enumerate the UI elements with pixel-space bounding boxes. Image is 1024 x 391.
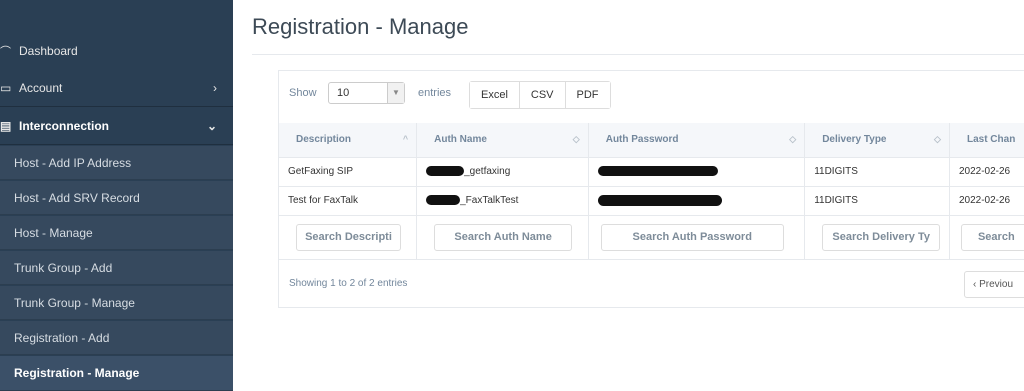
search-cell: Search Delivery Ty <box>804 214 950 260</box>
previous-page-button[interactable]: ‹ Previou <box>964 271 1024 298</box>
cell-description: GetFaxing SIP <box>279 156 418 186</box>
col-header-auth-password[interactable]: Auth Password ◇ <box>588 123 806 157</box>
chevron-right-icon: › <box>213 81 217 95</box>
redaction <box>597 194 722 206</box>
page-length-value: 10 <box>337 87 350 99</box>
search-cell: Search Descripti <box>279 214 418 260</box>
redaction <box>426 166 465 177</box>
cell-last-changed: 2022-02-26 <box>949 156 1024 186</box>
sort-asc-icon: ^ <box>402 134 409 145</box>
sidebar-item-account-label: Account <box>19 81 63 95</box>
search-delivery-type-input[interactable]: Search Delivery Ty <box>822 223 941 251</box>
sidebar-item-host-add-srv[interactable]: Host - Add SRV Record <box>0 181 233 215</box>
col-header-auth-name[interactable]: Auth Name ◇ <box>416 123 589 157</box>
cell-delivery-type: 11DIGITS <box>804 156 950 186</box>
redaction <box>597 166 718 177</box>
table-header-row: Description ^ Auth Name ◇ Auth Password ◇ D… <box>279 123 1024 157</box>
col-header-last-changed[interactable]: Last Chan <box>949 123 1024 157</box>
dashboard-icon: ⌒ <box>0 46 11 58</box>
sidebar-item-interconnection-label: Interconnection <box>19 119 110 133</box>
col-header-description[interactable]: Description ^ <box>279 123 418 157</box>
search-auth-password-input[interactable]: Search Auth Password <box>600 223 784 251</box>
sidebar-sub-label: Registration - Manage <box>14 366 140 380</box>
sidebar-sub-label: Trunk Group - Add <box>14 260 113 275</box>
excel-button[interactable]: Excel <box>470 82 520 108</box>
sidebar-item-account[interactable]: ▭ Account › <box>0 70 233 107</box>
sidebar-sub-label: Registration - Add <box>14 330 110 345</box>
search-cell: Search <box>949 214 1024 260</box>
auth-name-suffix: _FaxTalkTest <box>460 195 519 206</box>
cell-auth-password <box>588 156 806 186</box>
sort-icon: ◇ <box>934 134 941 145</box>
sidebar-item-registration-add[interactable]: Registration - Add <box>0 321 233 355</box>
col-header-label: Delivery Type <box>822 134 887 146</box>
entries-label: entries <box>418 87 452 99</box>
monitor-icon: ▭ <box>0 81 12 95</box>
page-length-select[interactable]: 10 ▼ <box>328 82 405 104</box>
cell-last-changed: 2022-02-26 <box>949 185 1024 215</box>
previous-label: Previou <box>979 279 1014 290</box>
cell-auth-name: _FaxTalkTest <box>416 185 589 215</box>
sidebar-item-interconnection[interactable]: ▤ Interconnection ⌄ <box>0 108 233 145</box>
search-last-changed-input[interactable]: Search <box>960 223 1024 251</box>
page-title: Registration - Manage <box>252 14 469 39</box>
table-row[interactable]: GetFaxing SIP _getfaxing 11DIGITS 2022-0… <box>279 156 1024 186</box>
chevron-down-icon: ⌄ <box>206 119 217 133</box>
title-divider <box>252 54 1024 55</box>
main-content: Registration - Manage Show 10 ▼ entries … <box>233 0 1024 391</box>
table-panel: Show 10 ▼ entries Excel CSV PDF Descript… <box>278 70 1024 308</box>
sidebar-sub-label: Trunk Group - Manage <box>14 295 135 310</box>
caret-down-icon: ▼ <box>387 83 404 103</box>
list-icon: ▤ <box>0 119 12 133</box>
cell-delivery-type: 11DIGITS <box>804 185 950 215</box>
sidebar-item-registration-manage[interactable]: Registration - Manage <box>0 356 233 391</box>
sidebar-item-dashboard[interactable]: ⌒ Dashboard <box>0 33 233 69</box>
search-description-input[interactable]: Search Descripti <box>296 223 401 251</box>
sidebar-item-trunk-group-manage[interactable]: Trunk Group - Manage <box>0 286 233 320</box>
export-buttons: Excel CSV PDF <box>469 81 611 109</box>
redaction <box>426 195 461 206</box>
show-label: Show <box>289 87 317 99</box>
search-cell: Search Auth Name <box>416 214 589 260</box>
col-header-label: Auth Password <box>605 134 679 146</box>
sidebar: ⌒ Dashboard ▭ Account › ▤ Interconnectio… <box>0 0 233 391</box>
sidebar-sub-label: Host - Manage <box>14 225 93 240</box>
table-info: Showing 1 to 2 of 2 entries <box>289 278 408 289</box>
col-header-delivery-type[interactable]: Delivery Type ◇ <box>804 123 950 157</box>
table-row[interactable]: Test for FaxTalk _FaxTalkTest 11DIGITS 2… <box>279 185 1024 215</box>
search-row: Search Descripti Search Auth Name Search… <box>279 214 1024 260</box>
sidebar-item-trunk-group-add[interactable]: Trunk Group - Add <box>0 251 233 285</box>
sort-icon: ◇ <box>572 134 580 145</box>
col-header-label: Last Chan <box>966 134 1016 146</box>
registrations-table: Description ^ Auth Name ◇ Auth Password ◇ D… <box>279 123 1024 260</box>
csv-button[interactable]: CSV <box>519 82 566 108</box>
cell-auth-name: _getfaxing <box>416 156 589 186</box>
col-header-label: Description <box>296 134 352 146</box>
sidebar-sub-label: Host - Add SRV Record <box>14 190 140 205</box>
sidebar-item-dashboard-label: Dashboard <box>19 44 78 58</box>
sidebar-sub-label: Host - Add IP Address <box>14 155 132 170</box>
sidebar-item-host-manage[interactable]: Host - Manage <box>0 216 233 250</box>
sort-icon: ◇ <box>789 134 797 145</box>
cell-auth-password <box>588 185 806 215</box>
auth-name-suffix: _getfaxing <box>464 166 511 177</box>
sidebar-item-host-add-ip[interactable]: Host - Add IP Address <box>0 146 233 180</box>
cell-description: Test for FaxTalk <box>279 185 418 215</box>
search-cell: Search Auth Password <box>588 214 806 260</box>
search-auth-name-input[interactable]: Search Auth Name <box>434 223 573 251</box>
col-header-label: Auth Name <box>434 134 487 146</box>
pdf-button[interactable]: PDF <box>565 82 610 108</box>
